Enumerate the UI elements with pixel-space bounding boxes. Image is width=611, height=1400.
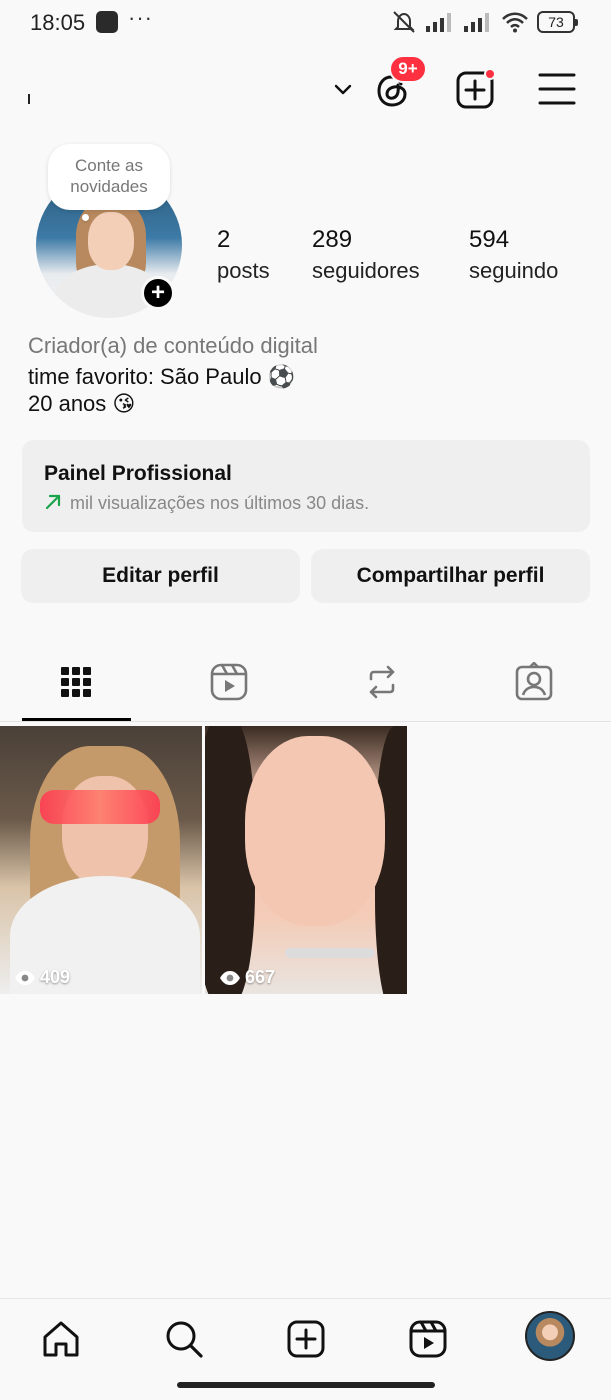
create-icon xyxy=(287,1320,325,1358)
eye-icon xyxy=(220,970,240,985)
stat-followers-label: seguidores xyxy=(312,258,420,283)
mute-icon xyxy=(393,11,415,33)
stat-followers-value: 289 xyxy=(312,226,353,253)
wifi-icon xyxy=(502,12,528,33)
reposts-icon xyxy=(369,665,395,699)
professional-dashboard[interactable] xyxy=(22,440,590,532)
post-views: 409 xyxy=(14,967,70,988)
notification-badge: 9+ xyxy=(389,55,427,83)
nav-search[interactable] xyxy=(162,1317,206,1361)
snapchat-notification-icon xyxy=(96,11,118,33)
stat-posts-value: 2 xyxy=(217,226,231,253)
note-bubble-tail xyxy=(82,214,89,221)
new-indicator-dot xyxy=(484,68,496,80)
signal-1-icon xyxy=(426,13,451,32)
tab-reposts[interactable] xyxy=(360,660,404,704)
home-icon xyxy=(43,1321,79,1357)
stat-following-value: 594 xyxy=(469,226,510,253)
post-views-count: 667 xyxy=(245,967,276,987)
profile-category: Criador(a) de conteúdo digital xyxy=(28,333,318,358)
professional-dashboard-subtitle: mil visualizações nos últimos 30 dias. xyxy=(70,493,370,513)
tagged-icon xyxy=(515,662,553,701)
stat-following-label: seguindo xyxy=(469,258,559,283)
post-thumbnail[interactable]: 409 xyxy=(0,726,202,994)
nav-home[interactable] xyxy=(39,1317,83,1361)
battery-indicator: 73 xyxy=(537,11,578,33)
bio-line: time favorito: São Paulo ⚽ xyxy=(28,364,296,389)
trend-up-icon xyxy=(45,494,61,510)
stat-posts-label: posts xyxy=(217,258,270,283)
post-thumbnail[interactable]: 667 xyxy=(205,726,407,994)
add-story-icon[interactable]: + xyxy=(141,276,175,310)
more-notifications-icon: ··· xyxy=(128,5,153,30)
eye-icon xyxy=(15,970,35,985)
professional-dashboard-title: Painel Profissional xyxy=(44,462,232,485)
stat-posts[interactable]: 2 posts xyxy=(217,226,270,284)
username[interactable] xyxy=(28,94,34,104)
share-profile-button[interactable]: Compartilhar perfil xyxy=(311,549,590,603)
tab-grid[interactable] xyxy=(54,660,98,704)
reels-icon xyxy=(409,1320,447,1358)
status-time: 18:05 xyxy=(30,10,86,35)
home-indicator-bar[interactable] xyxy=(177,1382,435,1388)
grid-icon xyxy=(61,667,91,697)
menu-icon[interactable] xyxy=(538,72,576,106)
profile-tabs xyxy=(0,640,611,722)
nav-profile-avatar[interactable] xyxy=(525,1311,575,1361)
nav-reels[interactable] xyxy=(406,1317,450,1361)
post-views-count: 409 xyxy=(40,967,71,987)
tab-reels[interactable] xyxy=(207,660,251,704)
edit-profile-button[interactable]: Editar perfil xyxy=(21,549,300,603)
stat-following[interactable]: 594 seguindo xyxy=(469,226,558,284)
signal-2-icon xyxy=(464,13,489,32)
stat-followers[interactable]: 289 seguidores xyxy=(312,226,420,284)
bio-line: 20 anos 😘 xyxy=(28,391,136,416)
post-views: 667 xyxy=(219,967,275,988)
status-icons: 73 xyxy=(391,10,578,34)
search-icon xyxy=(166,1321,203,1358)
nav-create[interactable] xyxy=(284,1317,328,1361)
chevron-down-icon[interactable] xyxy=(332,78,354,100)
tab-tagged[interactable] xyxy=(512,660,556,704)
reels-icon xyxy=(210,663,248,701)
note-bubble[interactable]: Conte as novidades xyxy=(48,144,170,210)
active-tab-indicator xyxy=(22,718,131,721)
